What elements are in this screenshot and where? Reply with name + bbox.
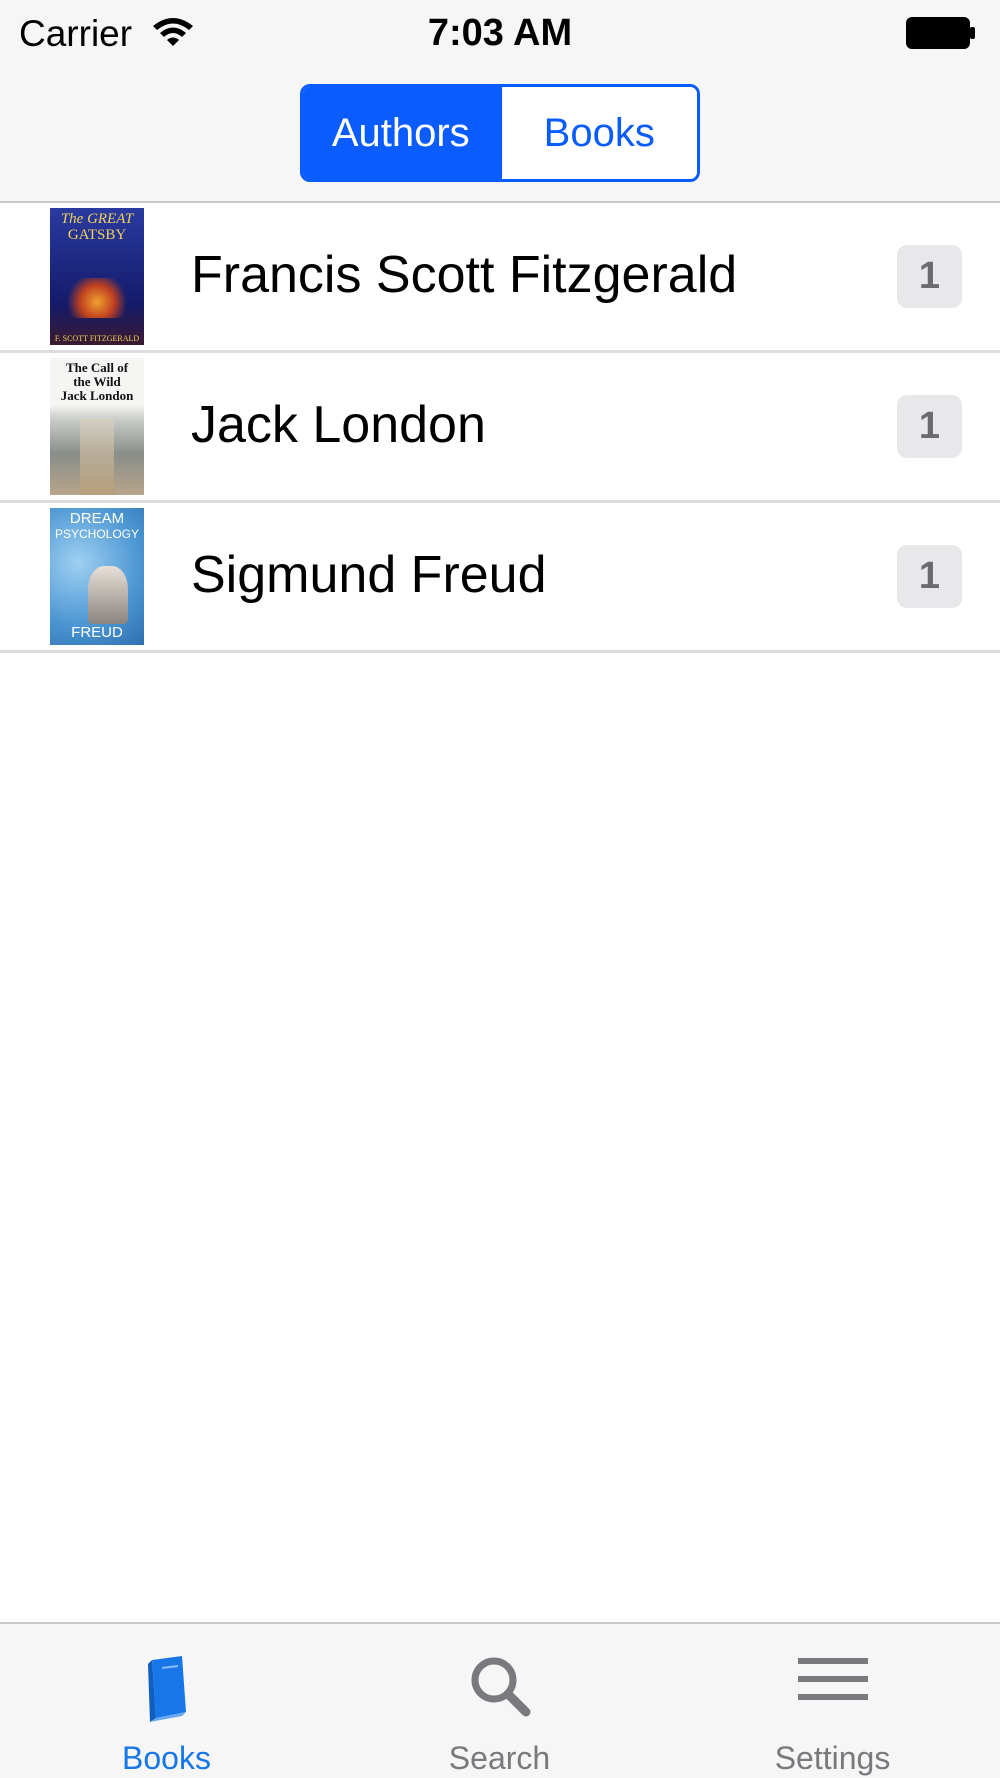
author-name: Sigmund Freud (191, 546, 547, 604)
cover-title-top: The Call of (65, 360, 129, 375)
tab-books[interactable]: Books (0, 1624, 333, 1778)
navigation-header: Carrier 7:03 AM Authors Books (0, 0, 1000, 203)
cover-art (62, 278, 132, 318)
author-name: Francis Scott Fitzgerald (191, 246, 738, 304)
book-icon (147, 1656, 186, 1722)
book-cover-image: DREAM PSYCHOLOGY FREUD (50, 508, 144, 645)
author-row[interactable]: DREAM PSYCHOLOGY FREUD Sigmund Freud 1 (0, 503, 1000, 653)
book-count-badge: 1 (897, 245, 962, 308)
tab-label: Settings (774, 1740, 891, 1776)
cover-title-bottom: the Wild (73, 374, 121, 389)
status-bar: Carrier 7:03 AM (0, 0, 1000, 68)
cover-author: Jack London (60, 388, 134, 403)
book-cover-image: The Call of the Wild Jack London (50, 358, 144, 495)
book-count-badge: 1 (897, 395, 962, 458)
status-time: 7:03 AM (427, 12, 573, 54)
tab-label: Books (122, 1740, 211, 1776)
book-count-badge: 1 (897, 545, 962, 608)
cover-title-top: DREAM (69, 510, 125, 527)
tab-search[interactable]: Search (333, 1624, 666, 1778)
book-cover-image: The GREAT GATSBY F. SCOTT FITZGERALD (50, 208, 144, 345)
cover-author: F. SCOTT FITZGERALD (54, 333, 140, 343)
segment-authors[interactable]: Authors (303, 87, 499, 179)
tab-label: Search (448, 1740, 551, 1776)
search-icon (471, 1657, 530, 1717)
cover-art (80, 418, 114, 495)
tab-settings[interactable]: Settings (666, 1624, 999, 1778)
authors-books-segmented-control[interactable]: Authors Books (300, 84, 700, 182)
author-row[interactable]: The Call of the Wild Jack London Jack Lo… (0, 353, 1000, 503)
author-name: Jack London (191, 396, 486, 454)
cover-title-top: The GREAT (60, 211, 134, 227)
cover-author: FREUD (71, 624, 123, 642)
cover-portrait (88, 566, 128, 624)
menu-icon (797, 1658, 868, 1700)
segment-books[interactable]: Books (498, 87, 697, 179)
battery-icon (906, 17, 975, 49)
authors-list: The GREAT GATSBY F. SCOTT FITZGERALD Fra… (0, 203, 1000, 653)
author-row[interactable]: The GREAT GATSBY F. SCOTT FITZGERALD Fra… (0, 203, 1000, 353)
cover-title-bottom: PSYCHOLOGY (54, 527, 140, 541)
tab-bar: Books Search Settings (0, 1622, 1000, 1778)
cover-title-bottom: GATSBY (67, 227, 127, 243)
